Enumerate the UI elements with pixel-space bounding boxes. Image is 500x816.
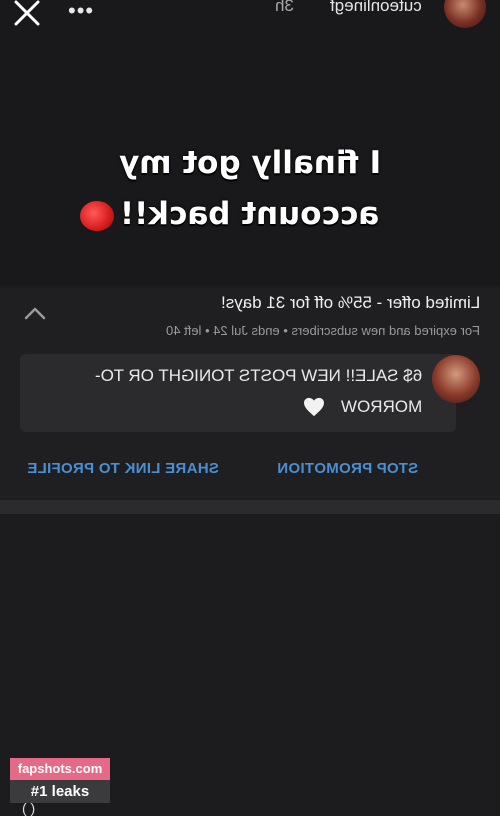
story-time: 3h: [275, 0, 294, 15]
watermark-site: fapshots.com: [10, 758, 110, 780]
more-icon[interactable]: •••: [68, 0, 94, 24]
close-icon[interactable]: [12, 0, 42, 28]
avatar[interactable]: [432, 355, 480, 403]
message-line-1: 6$ SALE!! NEW POSTS TONIGHT OR TO-: [94, 366, 422, 385]
story-username[interactable]: cuteonlinegf: [330, 0, 422, 16]
divider: [0, 500, 500, 514]
message-line-2: MORROW: [340, 397, 422, 416]
story-area: [0, 0, 500, 285]
story-headline-line1: I finally got my: [118, 145, 382, 181]
bottom-glyph: ( ): [22, 800, 36, 816]
offer-subtitle: For expired and new subscribers • ends J…: [165, 323, 480, 338]
story-headline-line2: account back!!: [120, 196, 380, 232]
chevron-up-icon[interactable]: [24, 306, 46, 320]
offer-title: Limited offer - 55% off for 31 days!: [220, 293, 480, 312]
stop-promotion-button[interactable]: STOP PROMOTION: [277, 460, 418, 477]
heart-icon: [304, 397, 324, 417]
share-link-button[interactable]: SHARE LINK TO PROFILE: [27, 460, 219, 477]
sticker-icon: [80, 201, 114, 231]
